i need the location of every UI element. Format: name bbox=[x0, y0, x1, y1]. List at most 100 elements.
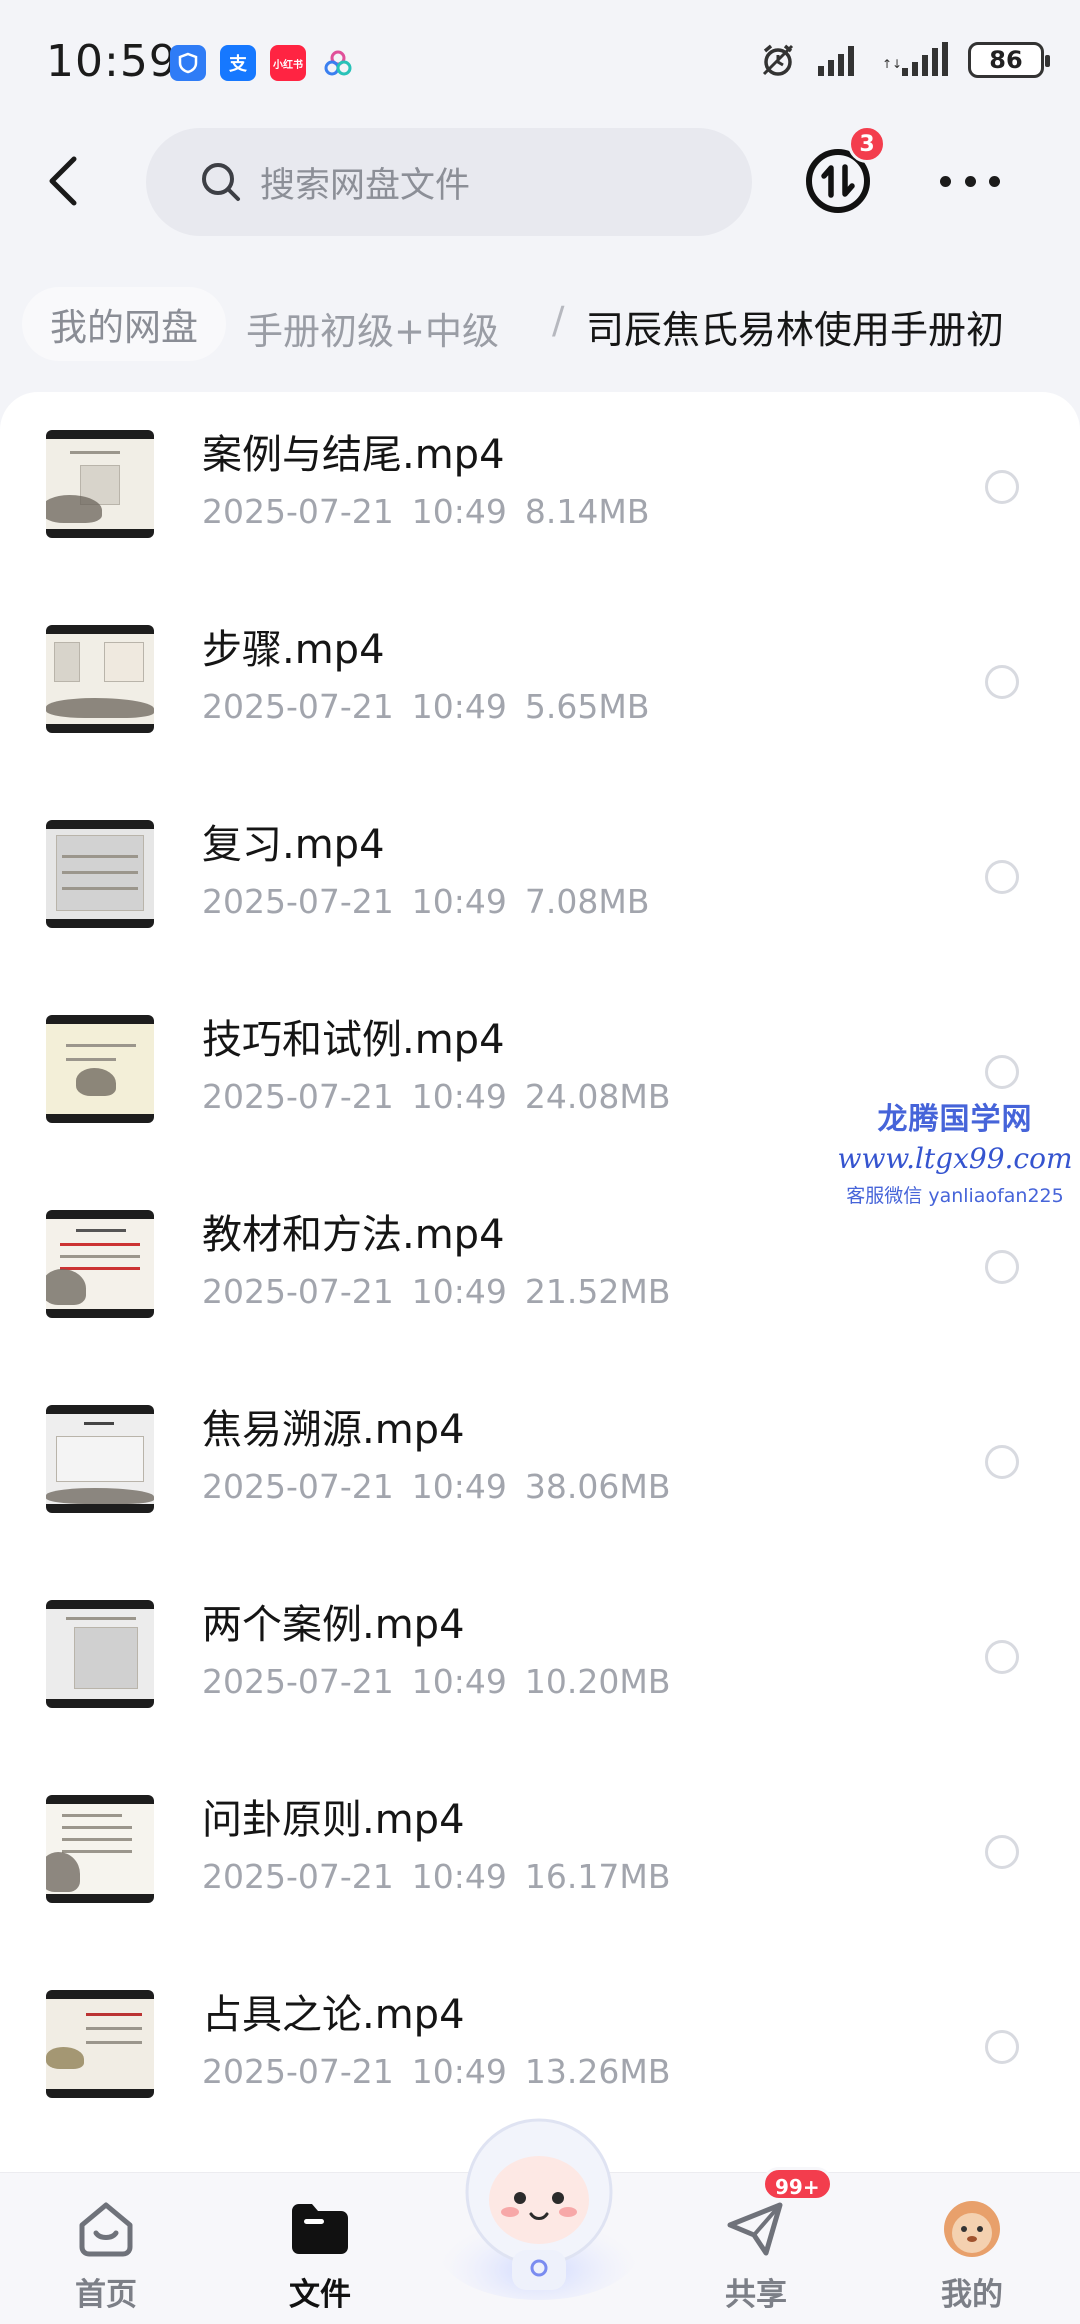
file-name: 占具之论.mp4 bbox=[202, 1992, 465, 2038]
file-row[interactable]: 教材和方法.mp4 2025-07-21 10:49 21.52MB bbox=[0, 1172, 1080, 1367]
file-date: 2025-07-21 bbox=[202, 1272, 394, 1311]
nav-label-files: 文件 bbox=[289, 2277, 351, 2313]
file-size: 7.08MB bbox=[524, 882, 650, 921]
file-time: 10:49 bbox=[411, 2052, 507, 2091]
file-name: 问卦原则.mp4 bbox=[202, 1797, 465, 1843]
file-time: 10:49 bbox=[411, 1857, 507, 1896]
cloud-drive-folder-page: 10:59 支 小红书 ↑↓ 86 搜索网盘文件 3 手册初级+中级 我的网盘 … bbox=[0, 0, 1080, 2324]
file-meta: 2025-07-21 10:49 7.08MB bbox=[202, 882, 667, 921]
video-thumbnail bbox=[46, 625, 154, 733]
video-thumbnail bbox=[46, 1795, 154, 1903]
alipay-icon-label: 支 bbox=[229, 54, 247, 75]
video-thumbnail bbox=[46, 820, 154, 928]
file-row[interactable]: 两个案例.mp4 2025-07-21 10:49 10.20MB bbox=[0, 1562, 1080, 1757]
file-select-checkbox[interactable] bbox=[985, 1835, 1019, 1869]
breadcrumb-item-current: 司辰焦氏易林使用手册初 bbox=[586, 308, 1005, 352]
breadcrumb-separator: / bbox=[552, 299, 565, 342]
file-time: 10:49 bbox=[411, 1662, 507, 1701]
file-row[interactable]: 焦易溯源.mp4 2025-07-21 10:49 38.06MB bbox=[0, 1367, 1080, 1562]
file-select-checkbox[interactable] bbox=[985, 470, 1019, 504]
cloud-app-icon bbox=[320, 45, 356, 81]
file-row[interactable]: 技巧和试例.mp4 2025-07-21 10:49 24.08MB bbox=[0, 977, 1080, 1172]
video-thumbnail bbox=[46, 1015, 154, 1123]
nav-tab-mine[interactable]: 我的 bbox=[892, 2173, 1052, 2324]
file-time: 10:49 bbox=[411, 687, 507, 726]
file-select-checkbox[interactable] bbox=[985, 1055, 1019, 1089]
file-date: 2025-07-21 bbox=[202, 1662, 394, 1701]
file-meta: 2025-07-21 10:49 5.65MB bbox=[202, 687, 667, 726]
xiaohongshu-icon-label: 小红书 bbox=[273, 59, 303, 71]
nav-label-mine: 我的 bbox=[941, 2277, 1003, 2313]
battery-indicator: 86 bbox=[968, 42, 1050, 78]
file-row[interactable]: 案例与结尾.mp4 2025-07-21 10:49 8.14MB bbox=[0, 392, 1080, 587]
file-list: 案例与结尾.mp4 2025-07-21 10:49 8.14MB 步骤.mp4 2… bbox=[0, 392, 1080, 2172]
file-date: 2025-07-21 bbox=[202, 1077, 394, 1116]
file-name: 两个案例.mp4 bbox=[202, 1602, 465, 1648]
status-time: 10:59 bbox=[46, 36, 178, 87]
file-meta: 2025-07-21 10:49 38.06MB bbox=[202, 1467, 688, 1506]
signal-icon bbox=[818, 46, 854, 76]
breadcrumb: 手册初级+中级 我的网盘 / 司辰焦氏易林使用手册初 bbox=[0, 285, 1080, 365]
file-meta: 2025-07-21 10:49 16.17MB bbox=[202, 1857, 688, 1896]
file-row[interactable]: 复习.mp4 2025-07-21 10:49 7.08MB bbox=[0, 782, 1080, 977]
more-options-button[interactable] bbox=[940, 161, 1000, 201]
share-count-badge: 99+ bbox=[762, 2167, 833, 2201]
file-date: 2025-07-21 bbox=[202, 492, 394, 531]
avatar bbox=[944, 2201, 1000, 2257]
file-row[interactable]: 步骤.mp4 2025-07-21 10:49 5.65MB bbox=[0, 587, 1080, 782]
status-bar: 10:59 支 小红书 ↑↓ 86 bbox=[0, 0, 1080, 120]
search-placeholder: 搜索网盘文件 bbox=[260, 165, 471, 206]
file-time: 10:49 bbox=[411, 1467, 507, 1506]
file-name: 焦易溯源.mp4 bbox=[202, 1407, 465, 1453]
nav-tab-files[interactable]: 文件 bbox=[240, 2173, 400, 2324]
nav-label-home: 首页 bbox=[75, 2277, 137, 2313]
file-size: 38.06MB bbox=[524, 1467, 671, 1506]
alipay-icon: 支 bbox=[220, 45, 256, 81]
file-meta: 2025-07-21 10:49 24.08MB bbox=[202, 1077, 688, 1116]
file-date: 2025-07-21 bbox=[202, 687, 394, 726]
more-dot-icon bbox=[989, 175, 1000, 187]
svg-text:↑↓: ↑↓ bbox=[882, 57, 902, 71]
search-input[interactable]: 搜索网盘文件 bbox=[146, 128, 752, 236]
breadcrumb-item-root[interactable]: 我的网盘 bbox=[22, 287, 226, 361]
status-indicators: ↑↓ 86 bbox=[760, 42, 1050, 78]
file-select-checkbox[interactable] bbox=[985, 1250, 1019, 1284]
video-thumbnail bbox=[46, 430, 154, 538]
notification-app-icons: 支 小红书 bbox=[170, 45, 356, 81]
file-time: 10:49 bbox=[411, 492, 507, 531]
xiaohongshu-icon: 小红书 bbox=[270, 45, 306, 81]
file-select-checkbox[interactable] bbox=[985, 1640, 1019, 1674]
file-date: 2025-07-21 bbox=[202, 1467, 394, 1506]
file-size: 10.20MB bbox=[524, 1662, 671, 1701]
transfer-count-badge: 3 bbox=[848, 125, 886, 163]
file-date: 2025-07-21 bbox=[202, 882, 394, 921]
file-meta: 2025-07-21 10:49 21.52MB bbox=[202, 1272, 688, 1311]
file-select-checkbox[interactable] bbox=[985, 860, 1019, 894]
file-date: 2025-07-21 bbox=[202, 1857, 394, 1896]
astronaut-mascot-icon bbox=[439, 2118, 639, 2300]
nav-label-share: 共享 bbox=[725, 2277, 787, 2313]
file-time: 10:49 bbox=[411, 1272, 507, 1311]
file-select-checkbox[interactable] bbox=[985, 1445, 1019, 1479]
file-select-checkbox[interactable] bbox=[985, 2030, 1019, 2064]
file-row[interactable]: 问卦原则.mp4 2025-07-21 10:49 16.17MB bbox=[0, 1757, 1080, 1952]
assistant-mascot-button[interactable] bbox=[434, 2100, 644, 2300]
file-date: 2025-07-21 bbox=[202, 2052, 394, 2091]
video-thumbnail bbox=[46, 1210, 154, 1318]
breadcrumb-item-parent[interactable]: 手册初级+中级 bbox=[246, 301, 499, 355]
back-button[interactable] bbox=[36, 151, 96, 211]
home-icon bbox=[79, 2202, 133, 2257]
video-thumbnail bbox=[46, 1405, 154, 1513]
more-dot-icon bbox=[940, 175, 951, 187]
search-icon bbox=[202, 163, 240, 201]
video-thumbnail bbox=[46, 1990, 154, 2098]
chevron-left-icon bbox=[49, 156, 77, 206]
file-time: 10:49 bbox=[411, 882, 507, 921]
nav-tab-share[interactable]: 99+ 共享 bbox=[676, 2167, 836, 2324]
file-name: 步骤.mp4 bbox=[202, 627, 385, 673]
more-dot-icon bbox=[964, 175, 976, 187]
file-select-checkbox[interactable] bbox=[985, 665, 1019, 699]
nav-tab-home[interactable]: 首页 bbox=[26, 2173, 186, 2324]
file-name: 技巧和试例.mp4 bbox=[202, 1017, 505, 1063]
header: 搜索网盘文件 3 bbox=[0, 125, 1080, 240]
